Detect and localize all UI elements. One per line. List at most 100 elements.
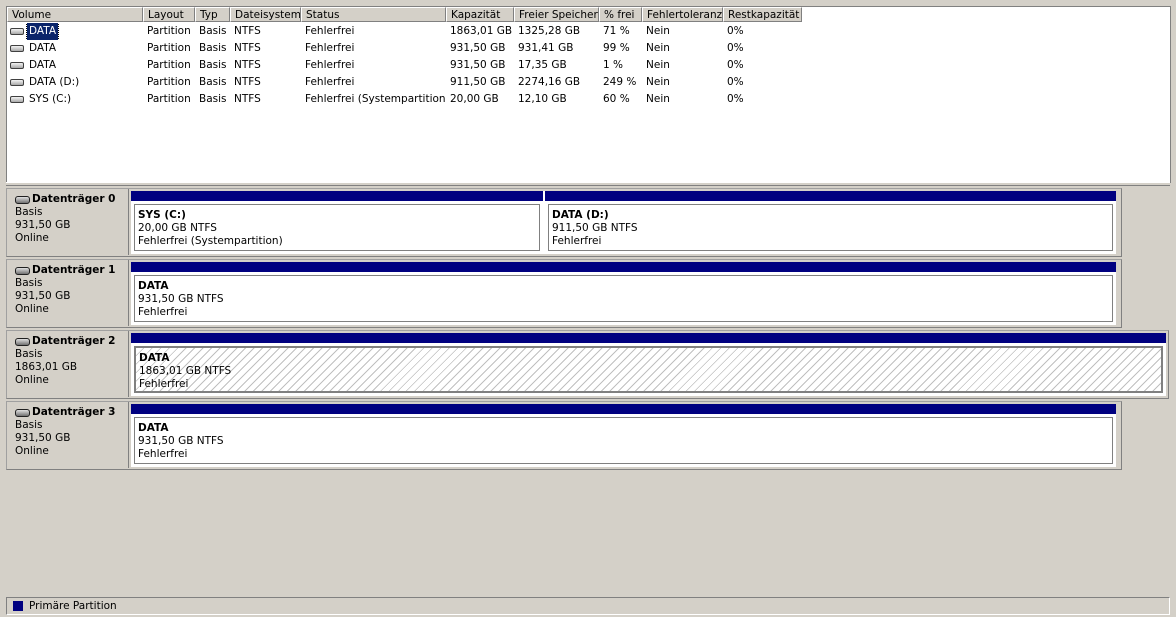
col-freier-speicher-header[interactable]: Freier Speicher [514,7,599,22]
col-restkapazitaet-cell: 0% [727,42,744,54]
disk-size: 931,50 GB [15,219,71,231]
volume-name[interactable]: DATA [25,23,60,40]
volume-icon [10,45,24,52]
disk-name: Datenträger 3 [32,406,116,418]
partition-size: 911,50 GB NTFS [552,222,638,234]
volume-name[interactable]: DATA (D:) [27,74,81,91]
col-freier-speicher-cell: 2274,16 GB [518,76,581,88]
table-row[interactable]: SYS (C:) Partition Basis NTFS Fehlerfrei (Sy… [7,91,1170,108]
disk-title: Datenträger 3 [15,406,128,419]
partition-type-bar [131,333,1166,343]
partition-info: DATA 931,50 GB NTFS Fehlerfrei [134,417,1113,464]
disk-size: 931,50 GB [15,432,71,444]
partition-block[interactable]: DATA 931,50 GB NTFS Fehlerfrei [131,262,1116,325]
col-fehlertoleranz-cell: Nein [646,93,670,105]
partition-block[interactable]: SYS (C:) 20,00 GB NTFS Fehlerfrei (Systemp… [131,191,543,254]
col-status-cell: Fehlerfrei [305,59,355,71]
col-layout-cell: Partition [147,76,191,88]
partition-info: DATA 1863,01 GB NTFS Fehlerfrei [134,346,1163,393]
partition-type-bar [131,191,543,201]
volume-name[interactable]: DATA [27,57,58,74]
col-typ-cell: Basis [199,93,227,105]
col-typ-cell: Basis [199,76,227,88]
disk-partition-area: DATA 1863,01 GB NTFS Fehlerfrei [131,333,1166,396]
disk-label[interactable]: Datenträger 2 Basis 1863,01 GB Online [7,331,129,397]
partition-name: DATA [139,352,170,364]
col-kapazitaet-cell: 931,50 GB [450,59,506,71]
col-dateisystem-header[interactable]: Dateisystem [230,7,301,22]
disk-state: Online [15,445,49,457]
col-fehlertoleranz-cell: Nein [646,76,670,88]
volume-name[interactable]: SYS (C:) [27,91,73,108]
col-freier-speicher-cell: 12,10 GB [518,93,567,105]
volume-list-header: Volume Layout Typ Dateisystem Status Kapazitä… [7,7,1170,23]
disk-size: 1863,01 GB [15,361,78,373]
disk-name: Datenträger 0 [32,193,116,205]
volume-icon [10,62,24,69]
partition-info: DATA 931,50 GB NTFS Fehlerfrei [134,275,1113,322]
partition-status: Fehlerfrei (Systempartition) [138,235,283,247]
col-volume-cell: DATA [10,23,142,40]
disk-label[interactable]: Datenträger 0 Basis 931,50 GB Online [7,189,129,255]
table-row[interactable]: DATA Partition Basis NTFS Fehlerfrei 1863,01 … [7,23,1170,40]
partition-size: 931,50 GB NTFS [138,435,224,447]
col-dateisystem-cell: NTFS [234,59,261,71]
partition-size: 1863,01 GB NTFS [139,365,232,377]
col-restkapazitaet-header[interactable]: Restkapazität [723,7,802,22]
col-status-header[interactable]: Status [301,7,446,22]
disk-label[interactable]: Datenträger 3 Basis 931,50 GB Online [7,402,129,468]
col-prozent-frei-header[interactable]: % frei [599,7,642,22]
table-row[interactable]: DATA Partition Basis NTFS Fehlerfrei 931,50 G… [7,57,1170,74]
col-volume-cell: DATA [10,40,142,57]
disk-row: Datenträger 2 Basis 1863,01 GB Online DATA 18… [6,330,1169,399]
col-status-cell: Fehlerfrei [305,42,355,54]
partition-block[interactable]: DATA 931,50 GB NTFS Fehlerfrei [131,404,1116,467]
partition-info: DATA (D:) 911,50 GB NTFS Fehlerfrei [548,204,1113,251]
partition-block[interactable]: DATA 1863,01 GB NTFS Fehlerfrei [131,333,1166,396]
legend-bar: Primäre Partition [6,597,1170,615]
disk-size: 931,50 GB [15,290,71,302]
disk-partition-area: DATA 931,50 GB NTFS Fehlerfrei [131,404,1116,467]
partition-status: Fehlerfrei [138,306,188,318]
volume-name[interactable]: DATA [27,40,58,57]
volume-list[interactable]: Volume Layout Typ Dateisystem Status Kapazitä… [6,6,1171,183]
col-layout-cell: Partition [147,59,191,71]
col-restkapazitaet-cell: 0% [727,25,744,37]
table-row[interactable]: DATA (D:) Partition Basis NTFS Fehlerfrei 911… [7,74,1170,91]
col-status-cell: Fehlerfrei [305,76,355,88]
table-row[interactable]: DATA Partition Basis NTFS Fehlerfrei 931,50 G… [7,40,1170,57]
col-prozent-frei-cell: 71 % [603,25,630,37]
pane-splitter[interactable] [6,182,1170,186]
col-kapazitaet-cell: 911,50 GB [450,76,506,88]
col-kapazitaet-header[interactable]: Kapazität [446,7,514,22]
partition-size: 931,50 GB NTFS [138,293,224,305]
disk-icon [15,337,30,346]
col-restkapazitaet-cell: 0% [727,93,744,105]
disk-icon [15,195,30,204]
col-prozent-frei-cell: 1 % [603,59,623,71]
col-kapazitaet-cell: 20,00 GB [450,93,499,105]
col-dateisystem-cell: NTFS [234,42,261,54]
partition-status: Fehlerfrei [552,235,602,247]
col-volume-header[interactable]: Volume [7,7,143,22]
partition-status: Fehlerfrei [138,448,188,460]
col-fehlertoleranz-cell: Nein [646,25,670,37]
partition-block[interactable]: DATA (D:) 911,50 GB NTFS Fehlerfrei [545,191,1116,254]
partition-type-bar [545,191,1116,201]
partition-size: 20,00 GB NTFS [138,222,217,234]
col-fehlertoleranz-header[interactable]: Fehlertoleranz [642,7,723,22]
col-typ-cell: Basis [199,42,227,54]
volume-icon [10,28,24,35]
col-dateisystem-cell: NTFS [234,76,261,88]
partition-type-bar [131,404,1116,414]
partition-name: DATA [138,422,169,434]
disk-type: Basis [15,348,43,360]
col-layout-header[interactable]: Layout [143,7,195,22]
col-typ-header[interactable]: Typ [195,7,230,22]
col-freier-speicher-cell: 17,35 GB [518,59,567,71]
disk-view[interactable]: Datenträger 0 Basis 931,50 GB Online SYS (C:… [6,188,1169,593]
disk-label[interactable]: Datenträger 1 Basis 931,50 GB Online [7,260,129,326]
disk-row: Datenträger 0 Basis 931,50 GB Online SYS (C:… [6,188,1122,257]
partition-name: DATA [138,280,169,292]
col-volume-cell: SYS (C:) [10,91,142,108]
